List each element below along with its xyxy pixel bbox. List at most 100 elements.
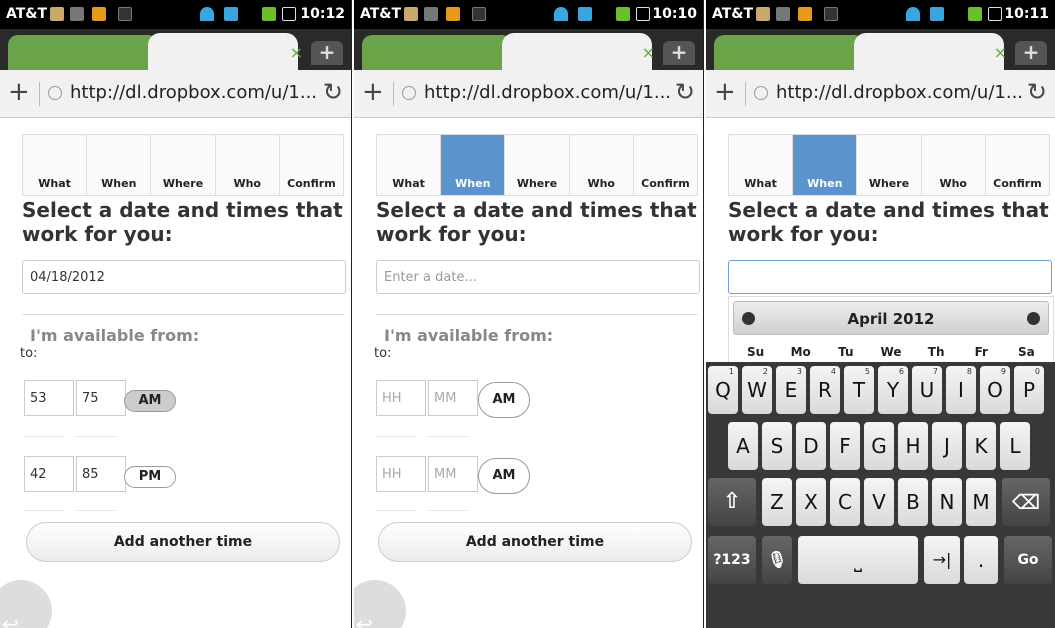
hour-input[interactable]: HH xyxy=(376,456,426,492)
minute-input[interactable]: MM xyxy=(428,456,478,492)
key-t[interactable]: 5T xyxy=(844,366,874,414)
minute-input[interactable]: MM xyxy=(428,380,478,416)
step-when[interactable]: When xyxy=(793,135,858,195)
close-tab-icon[interactable]: × xyxy=(994,43,1007,62)
browser-tab-background[interactable] xyxy=(714,35,864,70)
key-j[interactable]: J xyxy=(932,422,962,470)
clock: 10:11 xyxy=(1004,6,1049,22)
key-b[interactable]: B xyxy=(898,478,928,526)
browser-tab-background[interactable] xyxy=(8,35,158,70)
divider xyxy=(428,510,468,511)
step-who[interactable]: Who xyxy=(570,135,634,195)
browser-tab-background[interactable] xyxy=(362,35,512,70)
key-d[interactable]: D xyxy=(796,422,826,470)
reload-icon[interactable]: ↻ xyxy=(1027,79,1047,105)
step-where[interactable]: Where xyxy=(857,135,922,195)
next-month-icon[interactable] xyxy=(1027,312,1040,325)
add-another-time-button[interactable]: Add another time xyxy=(378,522,692,562)
key-z[interactable]: Z xyxy=(762,478,792,526)
url-field[interactable]: http://dl.dropbox.com/u/1... xyxy=(776,82,1023,103)
reload-icon[interactable]: ↻ xyxy=(675,79,695,105)
close-tab-icon[interactable]: × xyxy=(642,43,655,62)
browser-tab-active[interactable] xyxy=(502,33,652,70)
minute-input[interactable]: 75 xyxy=(76,380,126,416)
key-h[interactable]: H xyxy=(898,422,928,470)
step-when[interactable]: When xyxy=(87,135,152,195)
add-bookmark-icon[interactable]: + xyxy=(8,78,30,106)
key-e[interactable]: 3E xyxy=(776,366,806,414)
status-bar: AT&T 10:11 xyxy=(706,0,1055,29)
browser-tab-active[interactable] xyxy=(148,33,298,70)
hour-input[interactable]: 53 xyxy=(24,380,74,416)
key-i[interactable]: 8I xyxy=(946,366,976,414)
minute-input[interactable]: 85 xyxy=(76,456,126,492)
ampm-toggle[interactable]: AM xyxy=(478,382,530,418)
add-bookmark-icon[interactable]: + xyxy=(362,78,384,106)
divider xyxy=(376,314,698,315)
step-what[interactable]: What xyxy=(23,135,88,195)
key-o[interactable]: 9O xyxy=(980,366,1010,414)
microphone-icon[interactable]: 🎙 xyxy=(762,536,792,584)
key-y[interactable]: 6Y xyxy=(878,366,908,414)
key-g[interactable]: G xyxy=(864,422,894,470)
key-f[interactable]: F xyxy=(830,422,860,470)
browser-tab-active[interactable] xyxy=(854,33,1004,70)
key-v[interactable]: V xyxy=(864,478,894,526)
globe-icon xyxy=(402,86,416,100)
reload-icon[interactable]: ↻ xyxy=(323,79,343,105)
4g-icon xyxy=(578,7,592,21)
date-input[interactable]: Enter a date... xyxy=(376,260,700,294)
key-m[interactable]: M xyxy=(966,478,996,526)
screen-panel-3: AT&T 10:11 × + + http://dl.dropbox.com/u… xyxy=(706,0,1055,628)
step-confirm[interactable]: Confirm xyxy=(280,135,343,195)
add-bookmark-icon[interactable]: + xyxy=(714,78,736,106)
divider xyxy=(376,436,416,437)
date-input[interactable] xyxy=(728,260,1052,294)
key-a[interactable]: A xyxy=(728,422,758,470)
hour-input[interactable]: HH xyxy=(376,380,426,416)
key-l[interactable]: L xyxy=(1000,422,1030,470)
wifi-icon xyxy=(906,7,920,21)
ampm-toggle[interactable]: AM xyxy=(478,458,530,494)
hour-input[interactable]: 42 xyxy=(24,456,74,492)
key-r[interactable]: 4R xyxy=(810,366,840,414)
symbols-key[interactable]: ?123 xyxy=(708,536,756,584)
key-k[interactable]: K xyxy=(966,422,996,470)
key-s[interactable]: S xyxy=(762,422,792,470)
step-who[interactable]: Who xyxy=(216,135,280,195)
step-when[interactable]: When xyxy=(441,135,506,195)
step-confirm[interactable]: Confirm xyxy=(634,135,697,195)
step-who[interactable]: Who xyxy=(922,135,986,195)
step-what[interactable]: What xyxy=(729,135,794,195)
shift-key[interactable]: ⇧ xyxy=(708,478,756,526)
new-tab-button[interactable]: + xyxy=(311,41,343,65)
new-tab-button[interactable]: + xyxy=(663,41,695,65)
key-x[interactable]: X xyxy=(796,478,826,526)
media-icon xyxy=(756,7,770,21)
space-key[interactable]: ⎵ xyxy=(798,536,918,584)
url-field[interactable]: http://dl.dropbox.com/u/1... xyxy=(424,82,671,103)
url-field[interactable]: http://dl.dropbox.com/u/1... xyxy=(70,82,317,103)
close-tab-icon[interactable]: × xyxy=(290,43,303,62)
ampm-toggle[interactable]: PM xyxy=(124,466,176,488)
key-c[interactable]: C xyxy=(830,478,860,526)
key-n[interactable]: N xyxy=(932,478,962,526)
step-confirm[interactable]: Confirm xyxy=(986,135,1049,195)
key-p[interactable]: 0P xyxy=(1014,366,1044,414)
step-where[interactable]: Where xyxy=(505,135,570,195)
browser-tab-bar: × + xyxy=(706,29,1055,70)
step-where[interactable]: Where xyxy=(151,135,216,195)
period-key[interactable]: . xyxy=(964,536,998,584)
key-u[interactable]: 7U xyxy=(912,366,942,414)
key-w[interactable]: 2W xyxy=(742,366,772,414)
go-key[interactable]: Go xyxy=(1004,536,1052,584)
battery-green-icon xyxy=(616,7,630,21)
add-another-time-button[interactable]: Add another time xyxy=(26,522,340,562)
new-tab-button[interactable]: + xyxy=(1015,41,1047,65)
tab-key[interactable]: →| xyxy=(924,536,960,584)
step-what[interactable]: What xyxy=(377,135,442,195)
key-q[interactable]: 1Q xyxy=(708,366,738,414)
ampm-toggle[interactable]: AM xyxy=(124,390,176,412)
date-input[interactable]: 04/18/2012 xyxy=(22,260,346,294)
delete-key[interactable]: ⌫ xyxy=(1002,478,1050,526)
